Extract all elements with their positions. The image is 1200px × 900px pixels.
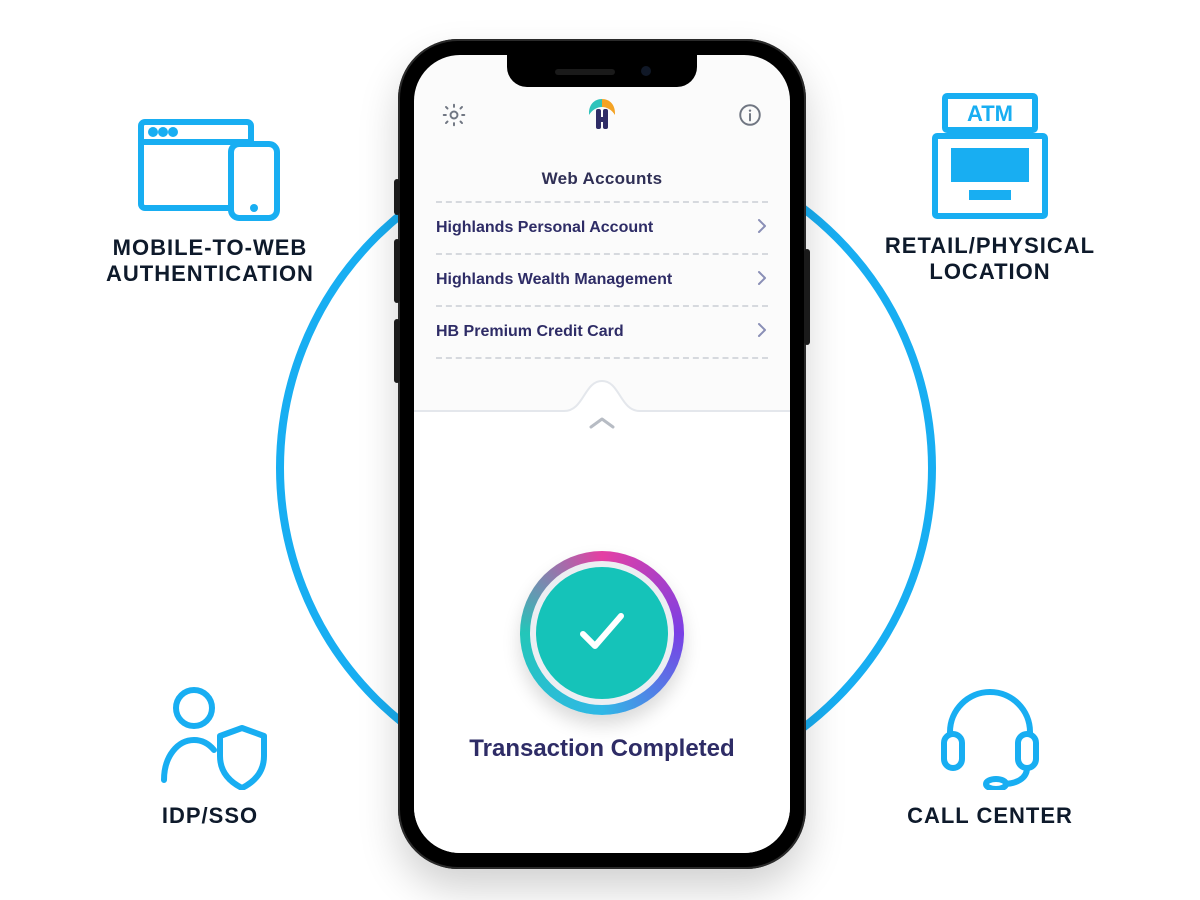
channel-label: RETAIL/PHYSICAL LOCATION bbox=[885, 233, 1095, 286]
account-name: Highlands Personal Account bbox=[436, 219, 653, 237]
channel-mobile-to-web: MOBILE-TO-WEB AUTHENTICATION bbox=[60, 112, 360, 288]
brand-logo-icon bbox=[582, 95, 622, 135]
svg-text:ATM: ATM bbox=[967, 101, 1013, 126]
channel-label: MOBILE-TO-WEB AUTHENTICATION bbox=[106, 235, 314, 288]
account-row[interactable]: Highlands Personal Account bbox=[436, 201, 768, 253]
browser-phone-icon bbox=[135, 112, 285, 227]
info-icon[interactable] bbox=[734, 99, 766, 131]
side-button bbox=[394, 319, 400, 383]
headset-icon bbox=[930, 680, 1050, 795]
atm-icon: ATM bbox=[925, 90, 1055, 225]
phone-screen: Web Accounts Highlands Personal Account … bbox=[414, 55, 790, 853]
user-shield-icon bbox=[150, 680, 270, 795]
channel-idp-sso: IDP/SSO bbox=[100, 680, 320, 829]
accounts-list: Highlands Personal Account Highlands Wea… bbox=[436, 201, 768, 359]
account-name: HB Premium Credit Card bbox=[436, 323, 624, 341]
gear-icon[interactable] bbox=[438, 99, 470, 131]
account-row[interactable]: Highlands Wealth Management bbox=[436, 253, 768, 305]
chevron-right-icon bbox=[756, 269, 768, 292]
transaction-status: Transaction Completed bbox=[414, 735, 790, 763]
check-icon bbox=[567, 596, 637, 671]
side-button bbox=[394, 179, 400, 215]
section-title: Web Accounts bbox=[414, 169, 790, 189]
phone-device: Web Accounts Highlands Personal Account … bbox=[398, 39, 806, 869]
channel-call-center: CALL CENTER bbox=[880, 680, 1100, 829]
phone-notch bbox=[507, 55, 697, 87]
chevron-right-icon bbox=[756, 217, 768, 240]
channel-label: IDP/SSO bbox=[162, 803, 258, 829]
chevron-up-icon[interactable] bbox=[587, 415, 617, 436]
account-row[interactable]: HB Premium Credit Card bbox=[436, 305, 768, 359]
app-topbar bbox=[414, 95, 790, 135]
bottom-sheet: Transaction Completed bbox=[414, 411, 790, 853]
chevron-right-icon bbox=[756, 321, 768, 344]
success-badge bbox=[520, 551, 684, 715]
side-button bbox=[804, 249, 810, 345]
channel-label: CALL CENTER bbox=[907, 803, 1073, 829]
channel-retail: ATM RETAIL/PHYSICAL LOCATION bbox=[840, 90, 1140, 286]
account-name: Highlands Wealth Management bbox=[436, 271, 672, 289]
side-button bbox=[394, 239, 400, 303]
